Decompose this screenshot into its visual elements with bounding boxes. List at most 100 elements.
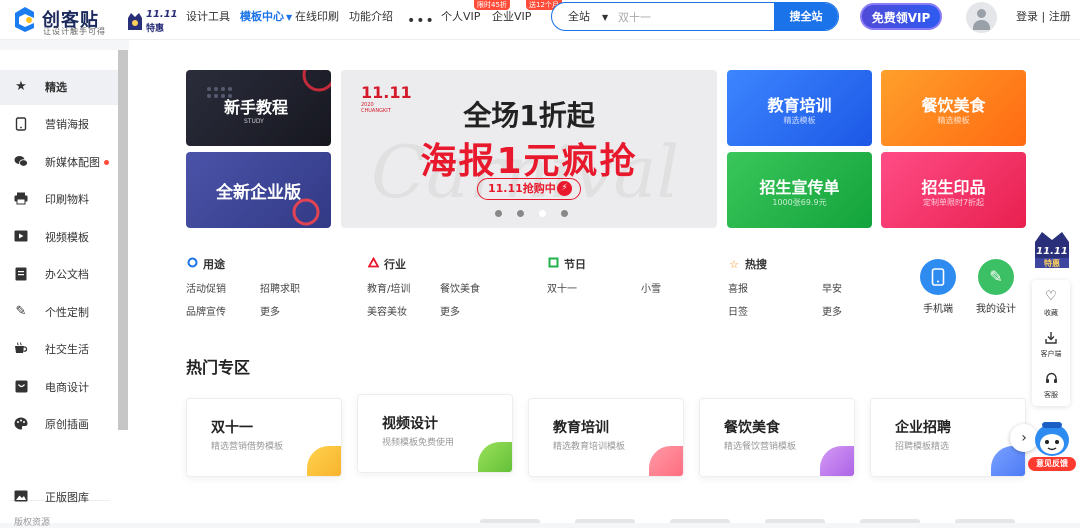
banner-enrollment-flyer[interactable]: 招生宣传单 1000张69.9元: [727, 152, 872, 228]
lightning-icon: ⚡: [557, 181, 572, 196]
category-link[interactable]: 喜报: [728, 280, 748, 295]
category-link[interactable]: 早安: [822, 280, 842, 295]
carousel-dot[interactable]: [495, 210, 502, 217]
video-icon: [14, 230, 28, 244]
category-link[interactable]: 美容美妆: [367, 303, 407, 318]
client-label: 客户端: [1040, 350, 1062, 358]
printer-icon: [14, 192, 28, 206]
category-title: 行业: [366, 256, 406, 272]
sidebar-item-illustration[interactable]: 原创插画: [0, 407, 118, 442]
sidebar-item-video[interactable]: 视频模板: [0, 220, 118, 255]
sidebar-scrollbar[interactable]: [118, 50, 128, 430]
hot-zone-card[interactable]: 视频设计 视频模板免费使用: [357, 394, 513, 473]
sidebar-item-custom[interactable]: ✎ 个性定制: [0, 295, 118, 330]
crown-icon: [128, 13, 142, 30]
sidebar-item-label: 新媒体配图: [45, 156, 100, 169]
heart-icon: ♡: [1045, 289, 1057, 304]
my-designs-button[interactable]: ✎: [978, 259, 1014, 295]
banner-education[interactable]: 教育培训 精选模板: [727, 70, 872, 146]
nav-features[interactable]: 功能介绍: [349, 0, 393, 34]
search-scope-select[interactable]: 全站 ▼: [568, 3, 608, 30]
category-link[interactable]: 活动促销: [186, 280, 226, 295]
banner-tutorial[interactable]: 新手教程 STUDY: [186, 70, 331, 146]
category-more-link[interactable]: 更多: [440, 303, 460, 318]
mobile-app-button[interactable]: [920, 259, 956, 295]
hot-zone-corner: [307, 446, 341, 476]
nav-template-center[interactable]: 模板中心 ▼: [240, 0, 292, 34]
sidebar-item-office-doc[interactable]: 办公文档: [0, 257, 118, 292]
hot-zone-card[interactable]: 教育培训 精选教育培训模板: [528, 398, 684, 477]
banner-education-title: 教育培训: [767, 96, 832, 115]
next-row-hint: [480, 519, 540, 523]
category-title-label: 用途: [203, 258, 225, 271]
square-icon: [547, 257, 559, 271]
double-eleven-badge[interactable]: 11.11 特惠: [126, 8, 178, 34]
login-register-link[interactable]: 登录 | 注册: [1016, 0, 1071, 34]
sidebar-item-marketing-poster[interactable]: 营销海报: [0, 107, 118, 142]
client-download-button[interactable]: 客户端: [1032, 325, 1070, 365]
avatar-body: [973, 20, 990, 30]
banner-food[interactable]: 餐饮美食 精选模板: [881, 70, 1026, 146]
category-more-link[interactable]: 更多: [822, 303, 842, 318]
nav-template-center-label: 模板中心: [240, 10, 284, 23]
hot-zone-card[interactable]: 双十一 精选营销借势模板: [186, 398, 342, 477]
banner-enterprise-title: 全新企业版: [216, 183, 301, 203]
carousel-dot-active[interactable]: [539, 210, 546, 217]
banner-enrollment-title: 招生宣传单: [759, 178, 840, 197]
hero-banner[interactable]: Carnival 11.11 2020 CHUANGKIT 全场1折起 海报1元…: [341, 70, 717, 228]
search-button[interactable]: 搜全站: [774, 3, 838, 30]
hot-zone-corner: [820, 446, 854, 476]
hot-zone-card[interactable]: 餐饮美食 精选餐饮营销模板: [699, 398, 855, 477]
sidebar-item-featured[interactable]: ★ 精选: [0, 70, 118, 105]
banner-enterprise[interactable]: 全新企业版: [186, 152, 331, 228]
document-icon: [14, 267, 28, 281]
pen-icon: ✎: [989, 267, 1003, 286]
sidebar-item-label: 个性定制: [45, 306, 89, 319]
sidebar-item-label: 电商设计: [45, 381, 89, 394]
hot-zone-card[interactable]: 企业招聘 招聘模板精选: [870, 398, 1026, 477]
next-row-hint: [860, 519, 920, 523]
category-link[interactable]: 小雪: [641, 280, 661, 295]
site-logo[interactable]: 创客贴 让设计触手可得 11.11 特惠: [14, 4, 178, 38]
sidebar-item-print[interactable]: 印刷物料: [0, 182, 118, 217]
category-link[interactable]: 日签: [728, 303, 748, 318]
palette-icon: [14, 417, 28, 431]
banner-education-sub: 精选模板: [783, 116, 816, 125]
category-link[interactable]: 品牌宣传: [186, 303, 226, 318]
category-title-label: 行业: [384, 258, 406, 271]
category-title-label: 热搜: [745, 258, 767, 271]
nav-design-tools[interactable]: 设计工具: [186, 0, 230, 34]
carousel-dot[interactable]: [517, 210, 524, 217]
avatar[interactable]: [966, 2, 997, 33]
favorite-button[interactable]: ♡ 收藏: [1032, 284, 1070, 324]
feedback-button[interactable]: 意见反馈: [1028, 418, 1078, 472]
category-link[interactable]: 教育/培训: [367, 280, 410, 295]
banner-food-title: 餐饮美食: [921, 96, 986, 115]
customer-service-button[interactable]: 客服: [1032, 366, 1070, 406]
sidebar-item-social-life[interactable]: 社交生活: [0, 332, 118, 367]
category-more-link[interactable]: 更多: [260, 303, 280, 318]
sidebar-item-label: 办公文档: [45, 268, 89, 281]
banner-cta-pill[interactable]: 11.11抢购中 ⚡: [477, 178, 581, 200]
sidebar-item-new-media[interactable]: 新媒体配图: [0, 145, 118, 180]
more-icon[interactable]: •••: [407, 13, 435, 29]
hot-zone-sub: 视频模板免费使用: [382, 438, 455, 448]
promo-1111-badge[interactable]: 11.11 特惠: [1032, 228, 1072, 272]
banner-enrollment-print[interactable]: 招生印品 定制单限时7折起: [881, 152, 1026, 228]
carousel-dot[interactable]: [561, 210, 568, 217]
category-title: 用途: [186, 256, 225, 272]
sidebar-item-ecommerce[interactable]: 电商设计: [0, 370, 118, 405]
nav-online-print[interactable]: 在线印刷: [295, 0, 339, 34]
category-link[interactable]: 餐饮美食: [440, 280, 480, 295]
headset-icon: [1032, 372, 1070, 388]
search-input[interactable]: [618, 7, 758, 27]
category-link[interactable]: 招聘求职: [260, 280, 300, 295]
sidebar-item-stock-images[interactable]: 正版图库: [0, 480, 118, 515]
free-vip-button[interactable]: 免费领VIP: [860, 3, 942, 30]
shop-icon: [14, 380, 28, 394]
category-link[interactable]: 双十一: [547, 280, 577, 295]
sidebar-item-label: 正版图库: [45, 491, 89, 504]
sidebar-item-label: 精选: [45, 81, 67, 94]
pen-icon: ✎: [15, 304, 27, 319]
favorite-label: 收藏: [1044, 309, 1058, 317]
